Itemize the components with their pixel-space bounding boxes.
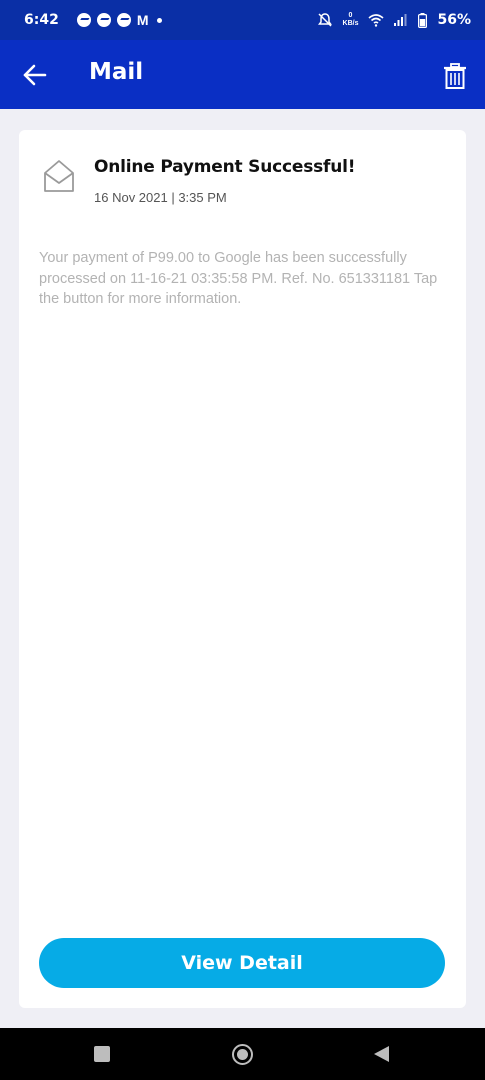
back-triangle-icon[interactable] bbox=[374, 1046, 389, 1062]
messenger-icon bbox=[76, 13, 91, 27]
app-bar: Mail bbox=[0, 40, 485, 109]
mail-body: Your payment of P99.00 to Google has bee… bbox=[39, 250, 438, 307]
home-icon[interactable] bbox=[232, 1044, 253, 1065]
notification-dot-icon bbox=[156, 17, 162, 23]
mail-subject: Online Payment Successful! bbox=[94, 157, 356, 177]
messenger-icon bbox=[116, 13, 131, 27]
status-right: 0 KB/s 56% bbox=[317, 12, 471, 28]
bell-off-icon bbox=[317, 13, 332, 27]
envelope-open-icon bbox=[44, 160, 74, 192]
trash-icon[interactable] bbox=[441, 62, 469, 90]
battery-percent: 56% bbox=[437, 12, 471, 28]
mail-card: Online Payment Successful! 16 Nov 2021 |… bbox=[19, 130, 466, 1008]
net-speed-unit: KB/s bbox=[342, 20, 359, 27]
cell-signal-icon bbox=[394, 14, 407, 26]
page-title: Mail bbox=[89, 59, 144, 85]
arrow-left-icon[interactable] bbox=[22, 62, 48, 88]
wifi-icon bbox=[368, 14, 385, 27]
net-speed-value: 0 bbox=[348, 12, 353, 19]
system-nav-bar bbox=[0, 1028, 485, 1080]
net-speed-indicator: 0 KB/s bbox=[343, 12, 359, 28]
gmail-icon: M bbox=[136, 12, 149, 28]
view-detail-button[interactable]: View Detail bbox=[39, 938, 445, 988]
battery-icon bbox=[418, 12, 428, 28]
messenger-icon bbox=[96, 13, 111, 27]
status-bar: 6:42 M 0 KB/s 56% bbox=[0, 0, 485, 40]
recents-icon[interactable] bbox=[94, 1046, 110, 1062]
mail-date: 16 Nov 2021 | 3:35 PM bbox=[94, 190, 227, 205]
status-time: 6:42 bbox=[24, 12, 59, 28]
status-left: 6:42 M bbox=[24, 12, 162, 28]
